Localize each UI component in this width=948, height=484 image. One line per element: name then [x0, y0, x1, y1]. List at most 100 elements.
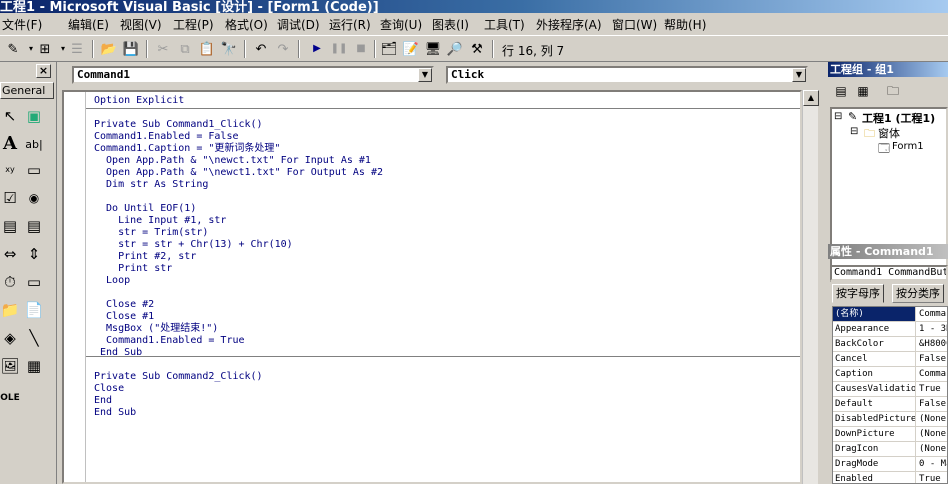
property-row[interactable]: Enabled True	[833, 472, 947, 483]
properties-grid[interactable]: (名称) Command1 Appearance 1 - 3D BackColo…	[832, 306, 948, 484]
chevron-down-icon[interactable]: ▼	[792, 68, 806, 82]
property-row[interactable]: Appearance 1 - 3D	[833, 322, 947, 337]
listbox-icon[interactable]: ▤	[24, 216, 44, 236]
menu-format[interactable]: 格式(O)	[225, 16, 268, 33]
property-value[interactable]: False	[917, 397, 947, 411]
ole-icon[interactable]: OLE	[0, 388, 20, 408]
property-value[interactable]: Command1	[917, 367, 947, 381]
view-object-icon[interactable]: ▦	[854, 82, 872, 100]
vertical-scrollbar[interactable]: ▲	[802, 90, 819, 484]
hscrollbar-icon[interactable]: ⇔	[0, 244, 20, 264]
property-row[interactable]: Cancel False	[833, 352, 947, 367]
filelistbox-icon[interactable]: 📄	[24, 300, 44, 320]
shape-icon[interactable]: ◈	[0, 328, 20, 348]
chevron-down-icon[interactable]: ▼	[418, 68, 432, 82]
properties-object-combo[interactable]: Command1 CommandButton	[830, 265, 948, 281]
view-code-icon[interactable]: ▤	[832, 82, 850, 100]
save-icon[interactable]: 💾	[122, 40, 140, 58]
property-row[interactable]: (名称) Command1	[833, 307, 947, 322]
data-control-icon[interactable]: ▦	[24, 356, 44, 376]
menu-project[interactable]: 工程(P)	[173, 16, 214, 33]
menu-view[interactable]: 视图(V)	[120, 16, 162, 33]
paste-icon[interactable]: 📋	[198, 40, 216, 58]
break-icon[interactable]: ❚❚	[330, 40, 348, 58]
textbox-icon[interactable]: ab|	[24, 134, 44, 154]
object-browser-icon[interactable]: 🔎	[446, 40, 464, 58]
property-row[interactable]: BackColor &H8000	[833, 337, 947, 352]
property-value[interactable]: (None)	[917, 442, 947, 456]
property-value[interactable]: True	[917, 382, 947, 396]
property-row[interactable]: DisabledPicture (None)	[833, 412, 947, 427]
commandbutton-icon[interactable]: ▭	[24, 160, 44, 180]
image-icon[interactable]: 🖼	[0, 356, 20, 376]
form-layout-icon[interactable]: 🖥	[424, 40, 442, 58]
property-value[interactable]: &H8000	[917, 337, 947, 351]
menu-file[interactable]: 文件(F)	[2, 16, 42, 33]
menu-debug[interactable]: 调试(D)	[277, 16, 320, 33]
code-editor[interactable]: Option Explicit Private Sub Command1_Cli…	[62, 90, 802, 484]
tree-item-forms-folder[interactable]: 窗体	[878, 125, 900, 141]
open-project-icon[interactable]: 📂	[100, 40, 118, 58]
frame-icon[interactable]: xy	[0, 160, 20, 180]
tree-item-project[interactable]: 工程1 (工程1)	[862, 110, 935, 126]
menu-addins[interactable]: 外接程序(A)	[536, 16, 602, 33]
property-value[interactable]: Command1	[917, 307, 947, 321]
checkbox-icon[interactable]: ☑	[0, 188, 20, 208]
title-bar: 工程1 - Microsoft Visual Basic [设计] - [For…	[0, 0, 948, 13]
menu-window[interactable]: 窗口(W)	[612, 16, 657, 33]
scroll-up-icon[interactable]: ▲	[803, 90, 819, 106]
property-row[interactable]: Default False	[833, 397, 947, 412]
toolbox-icon[interactable]: ⚒	[468, 40, 486, 58]
tab-alphabetic[interactable]: 按字母序	[832, 284, 884, 303]
dirlistbox-icon[interactable]: 📁	[0, 300, 20, 320]
add-project-icon[interactable]: ✎	[4, 40, 22, 58]
timer-icon[interactable]: ⏱	[0, 272, 20, 292]
close-icon[interactable]: ×	[36, 64, 51, 78]
code-margin[interactable]	[64, 92, 86, 482]
menu-diagram[interactable]: 图表(I)	[432, 16, 469, 33]
undo-icon[interactable]: ↶	[252, 40, 270, 58]
redo-icon[interactable]: ↷	[274, 40, 292, 58]
line-icon[interactable]: ╲	[24, 328, 44, 348]
picturebox-icon[interactable]: ▣	[24, 106, 44, 126]
copy-icon[interactable]: ⧉	[176, 40, 194, 58]
project-explorer-icon[interactable]: 🗂	[380, 40, 398, 58]
pointer-icon[interactable]: ↖	[0, 106, 20, 126]
property-value[interactable]: 0 - Manual	[917, 457, 947, 471]
property-value[interactable]: True	[917, 472, 947, 483]
start-icon[interactable]: ▶	[308, 40, 326, 58]
menu-editor-icon[interactable]: ☰	[68, 40, 86, 58]
properties-window-icon[interactable]: 📝	[402, 40, 420, 58]
add-form-icon[interactable]: ⊞	[36, 40, 54, 58]
tab-categorized[interactable]: 按分类序	[892, 284, 944, 303]
toggle-folders-icon[interactable]: 🗀	[884, 82, 902, 100]
tree-item-form1[interactable]: Form1	[892, 141, 924, 152]
cut-icon[interactable]: ✂	[154, 40, 172, 58]
collapse-icon[interactable]: ⊟	[850, 126, 858, 137]
menu-query[interactable]: 查询(U)	[380, 16, 422, 33]
optionbutton-icon[interactable]: ◉	[24, 188, 44, 208]
property-row[interactable]: DownPicture (None)	[833, 427, 947, 442]
menu-tools[interactable]: 工具(T)	[484, 16, 525, 33]
property-row[interactable]: DragMode 0 - Manual	[833, 457, 947, 472]
property-value[interactable]: (None)	[917, 412, 947, 426]
toolbox-tab-general[interactable]: General	[0, 82, 54, 99]
property-row[interactable]: DragIcon (None)	[833, 442, 947, 457]
menu-run[interactable]: 运行(R)	[329, 16, 371, 33]
find-icon[interactable]: 🔭	[220, 40, 238, 58]
drivelistbox-icon[interactable]: ▭	[24, 272, 44, 292]
property-value[interactable]: False	[917, 352, 947, 366]
property-row[interactable]: CausesValidation True	[833, 382, 947, 397]
menu-help[interactable]: 帮助(H)	[664, 16, 706, 33]
property-value[interactable]: 1 - 3D	[917, 322, 947, 336]
menu-edit[interactable]: 编辑(E)	[68, 16, 109, 33]
property-row[interactable]: Caption Command1	[833, 367, 947, 382]
object-combo[interactable]: Command1 ▼	[72, 66, 434, 84]
end-icon[interactable]: ■	[352, 40, 370, 58]
combobox-icon[interactable]: ▤	[0, 216, 20, 236]
procedure-combo[interactable]: Click ▼	[446, 66, 808, 84]
collapse-icon[interactable]: ⊟	[834, 111, 842, 122]
label-icon[interactable]: A	[0, 134, 20, 154]
property-value[interactable]: (None)	[917, 427, 947, 441]
vscrollbar-icon[interactable]: ⇕	[24, 244, 44, 264]
